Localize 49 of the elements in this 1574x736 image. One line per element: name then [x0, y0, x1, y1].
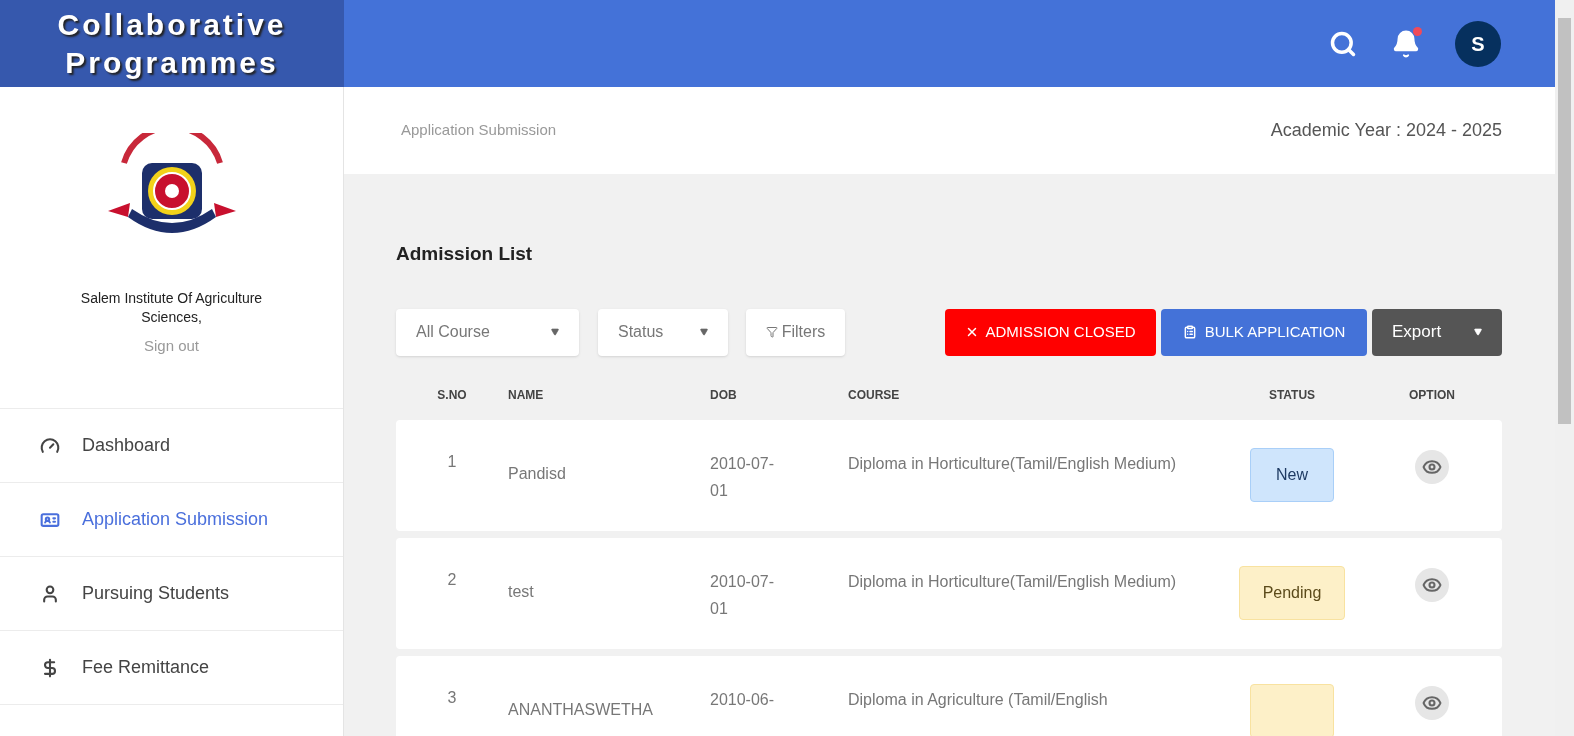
caret-icon [1474, 328, 1482, 336]
user-avatar[interactable]: S [1455, 20, 1501, 67]
brand-title: Collaborative [57, 6, 287, 43]
column-header: NAME [508, 386, 545, 404]
caret-icon [551, 328, 559, 336]
view-eye-icon[interactable] [1415, 449, 1449, 484]
institution-name: Salem Institute Of Agriculture Sciences, [79, 289, 264, 327]
table-cell-text: 2010-07-01 [710, 453, 776, 501]
filter-icon [765, 326, 778, 338]
caret-icon [700, 328, 708, 336]
table-cell-text: 2010-06- [710, 689, 776, 710]
column-header: DOB [710, 386, 738, 404]
sidebar-item[interactable]: Application Submission [0, 483, 343, 557]
table-cell-text: Pandisd [508, 463, 567, 484]
breadcrumb: Application Submission [401, 120, 557, 141]
bulk-application-button[interactable]: BULK APPLICATION [1161, 308, 1367, 356]
column-header: COURSE [848, 386, 901, 404]
search-icon[interactable] [1329, 29, 1357, 58]
export-button[interactable]: Export [1372, 308, 1502, 356]
admission-closed-button[interactable]: ADMISSION CLOSED [945, 308, 1156, 356]
table-cell-text: 2010-07-01 [710, 571, 776, 619]
table-cell-text: Diploma in Horticulture(Tamil/English Medium) [848, 571, 1178, 592]
column-header: OPTION [1409, 386, 1455, 404]
table-cell-text: 3 [447, 687, 457, 708]
notification-bell-icon[interactable] [1391, 28, 1421, 59]
gauge-icon [38, 435, 62, 456]
table-cell-text: 1 [447, 451, 457, 472]
clipboard-icon [1182, 325, 1197, 339]
course-dropdown[interactable]: All Course [396, 308, 579, 356]
section-title: Admission List [396, 242, 534, 266]
sidebar-item[interactable]: Pursuing Students [0, 557, 343, 631]
sidebar-item[interactable]: Dashboard [0, 409, 343, 483]
brand-title: Programmes [65, 44, 279, 81]
view-eye-icon[interactable] [1415, 567, 1449, 602]
table-cell-text: 2 [447, 569, 457, 590]
status-badge: New [1250, 447, 1334, 502]
filters-button[interactable]: Filters [746, 308, 845, 356]
view-eye-icon[interactable] [1415, 685, 1449, 720]
sidebar-item[interactable]: Fee Remittance [0, 631, 343, 705]
table-cell-text: test [508, 581, 535, 602]
status-badge: Pending [1238, 565, 1346, 620]
academic-year: Academic Year : 2024 - 2025 [1270, 119, 1502, 142]
sign-out-link[interactable]: Sign out [143, 335, 199, 358]
column-header: STATUS [1268, 386, 1316, 404]
column-header: S.NO [437, 386, 467, 404]
table-cell-text: Diploma in Agriculture (Tamil/English [848, 689, 1109, 710]
table-cell-text: Diploma in Horticulture(Tamil/English Medium) [848, 453, 1178, 474]
table-cell-text: ANANTHASWETHA [508, 699, 654, 720]
status-dropdown[interactable]: Status [598, 308, 728, 356]
